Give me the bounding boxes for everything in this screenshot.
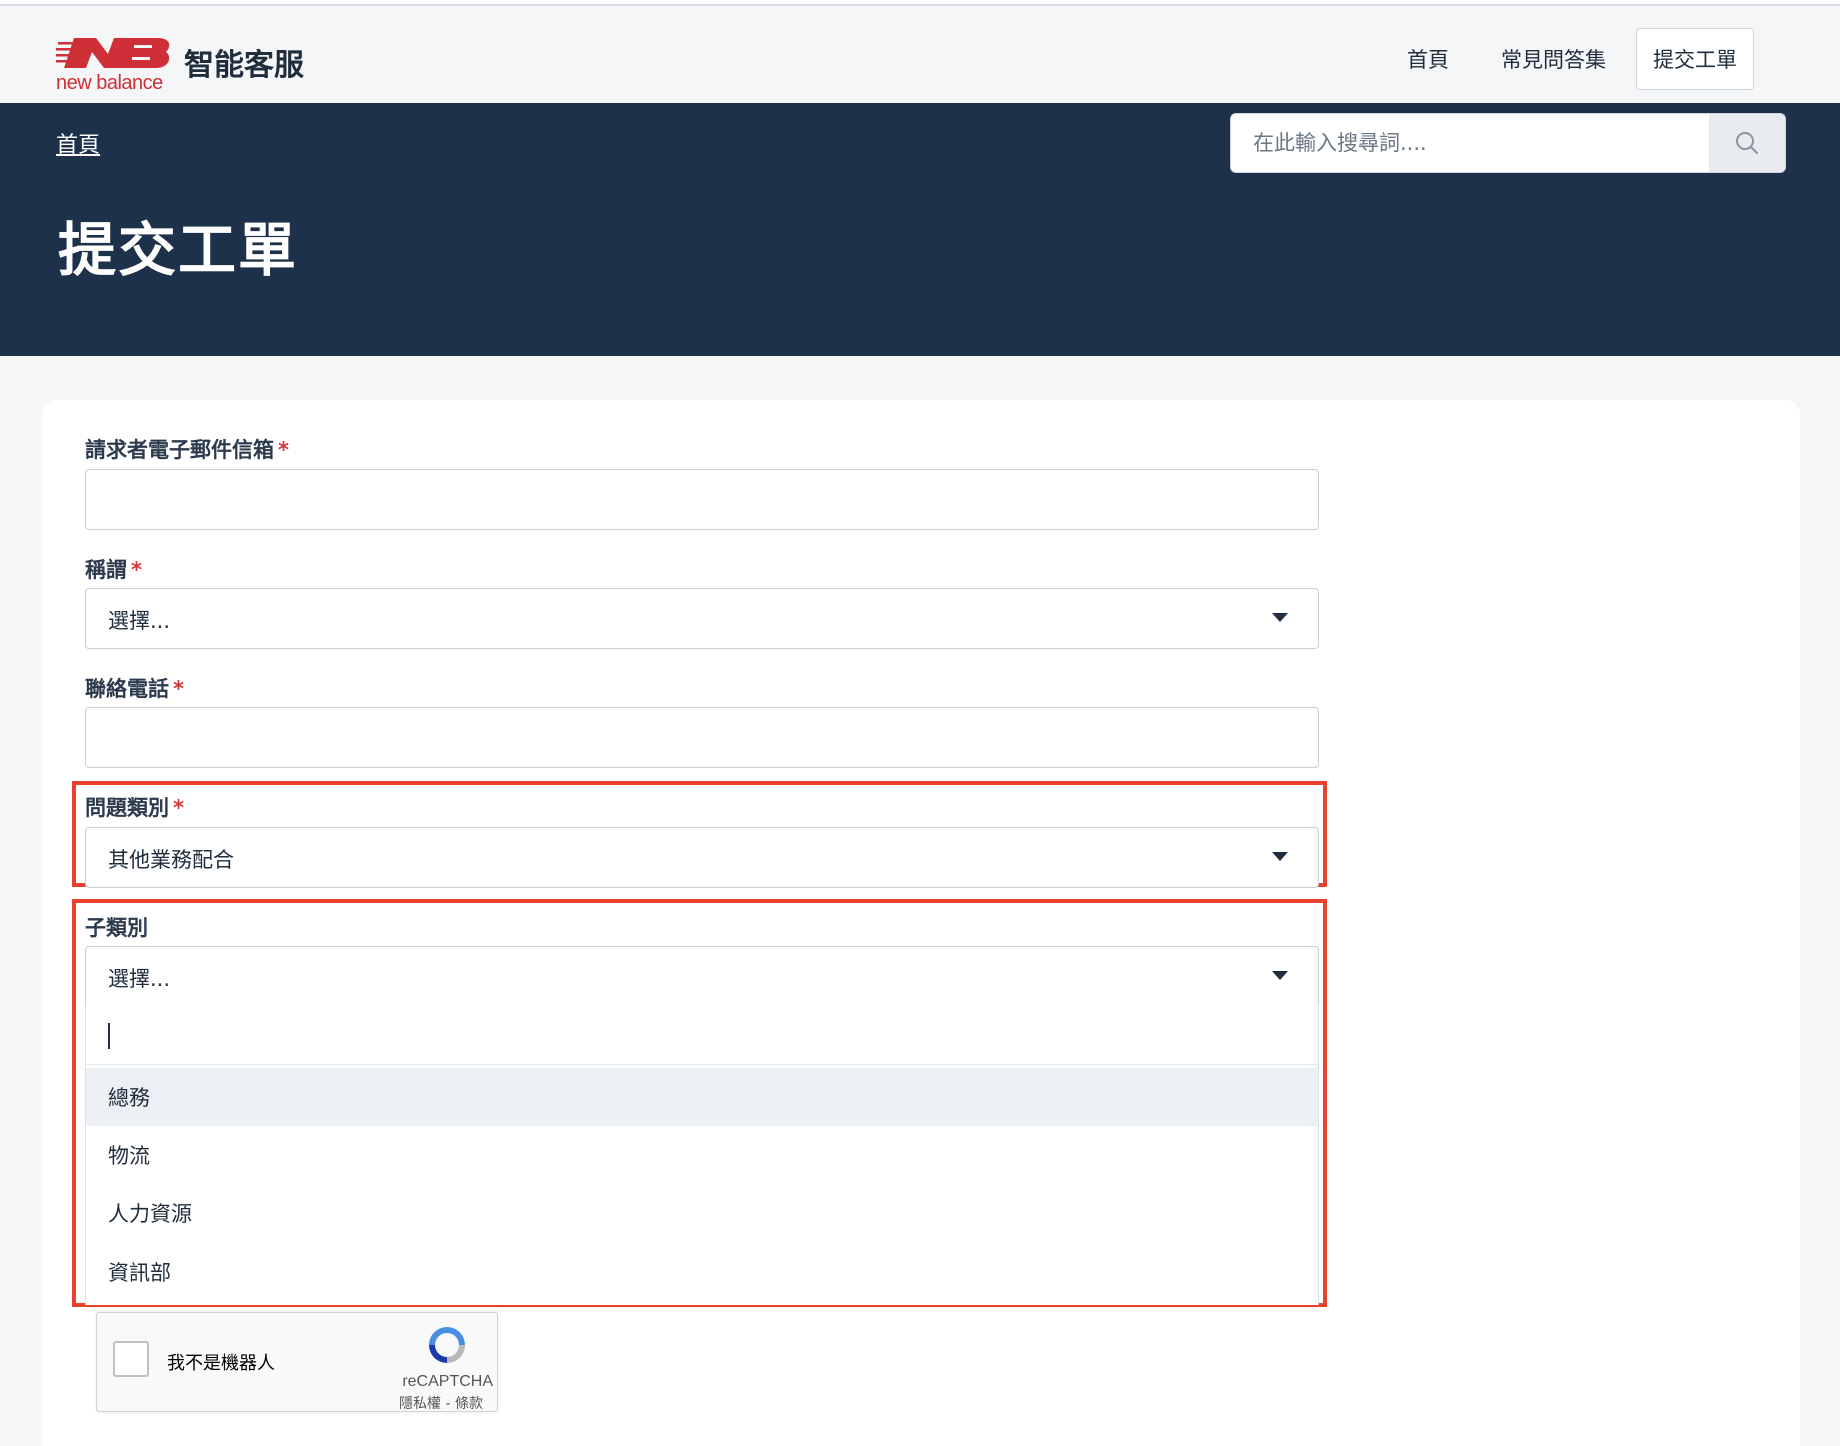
dropdown-option[interactable]: 人力資源 <box>86 1184 1318 1242</box>
recaptcha-widget: 我不是機器人 reCAPTCHA 隱私權 - 條款 <box>96 1312 498 1412</box>
main-nav: 首頁 常見問答集 提交工單 <box>1355 28 1754 90</box>
dropdown-search-input[interactable] <box>86 1005 1318 1065</box>
chevron-down-icon <box>1272 613 1288 622</box>
issue-category-label: 問題類別 * <box>85 796 184 820</box>
issue-category-value: 其他業務配合 <box>108 848 234 872</box>
nav-faq[interactable]: 常見問答集 <box>1501 44 1606 74</box>
email-label: 請求者電子郵件信箱 * <box>85 438 289 462</box>
recaptcha-checkbox[interactable] <box>113 1341 149 1377</box>
subcategory-value: 選擇... <box>108 967 171 991</box>
subcategory-label: 子類別 <box>85 916 148 940</box>
recaptcha-brand: reCAPTCHA <box>402 1373 493 1390</box>
dropdown-option[interactable]: 總務 <box>86 1068 1318 1126</box>
site-header: new balance 智能客服 首頁 常見問答集 提交工單 <box>0 6 1840 103</box>
breadcrumb-home[interactable]: 首頁 <box>56 127 100 159</box>
salutation-select[interactable]: 選擇... <box>85 588 1319 649</box>
required-mark: * <box>173 796 184 820</box>
phone-input[interactable] <box>86 708 1318 767</box>
subcategory-dropdown: 總務 物流 人力資源 資訊部 <box>85 1005 1319 1305</box>
search-bar <box>1230 113 1786 173</box>
phone-label: 聯絡電話 * <box>85 677 184 701</box>
required-mark: * <box>173 677 184 701</box>
chevron-down-icon <box>1272 852 1288 861</box>
phone-field <box>85 707 1319 768</box>
recaptcha-icon <box>429 1327 465 1363</box>
submit-ticket-button[interactable]: 提交工單 <box>1636 28 1754 90</box>
dropdown-option[interactable]: 物流 <box>86 1126 1318 1184</box>
email-field <box>85 469 1319 530</box>
required-mark: * <box>131 558 142 582</box>
recaptcha-privacy-terms-link[interactable]: 隱私權 - 條款 <box>399 1393 483 1413</box>
page-title: 提交工單 <box>58 216 299 284</box>
email-input[interactable] <box>86 470 1318 529</box>
dropdown-option[interactable]: 資訊部 <box>86 1243 1318 1301</box>
issue-category-select[interactable]: 其他業務配合 <box>85 827 1319 888</box>
salutation-value: 選擇... <box>108 609 171 633</box>
recaptcha-label: 我不是機器人 <box>167 1353 275 1374</box>
text-cursor <box>108 1023 110 1049</box>
search-icon <box>1736 132 1758 154</box>
required-mark: * <box>278 438 289 462</box>
search-button[interactable] <box>1709 114 1785 172</box>
chevron-down-icon <box>1272 971 1288 980</box>
subcategory-select[interactable]: 選擇... <box>85 946 1319 1007</box>
hero-banner: 首頁 提交工單 <box>0 103 1840 356</box>
search-input[interactable] <box>1231 114 1711 172</box>
salutation-label: 稱謂 * <box>85 558 142 582</box>
brand-title: 智能客服 <box>184 48 304 83</box>
logo-wordmark: new balance <box>56 72 163 94</box>
nav-home[interactable]: 首頁 <box>1407 44 1449 74</box>
